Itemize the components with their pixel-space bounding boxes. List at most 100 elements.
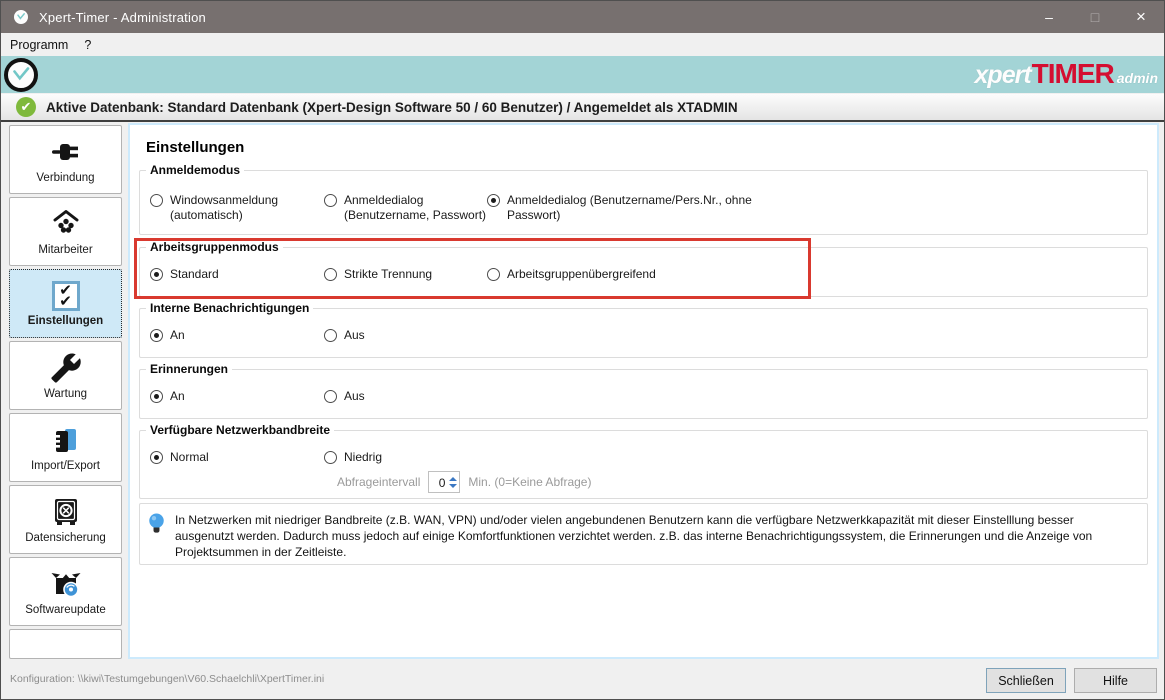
brand-clock-icon — [3, 57, 39, 93]
group-erinnerungen: Erinnerungen An Aus — [139, 369, 1148, 419]
sidebar-item-label: Softwareupdate — [25, 604, 106, 616]
interval-label: Abfrageintervall — [337, 475, 420, 489]
group-label: Interne Benachrichtigungen — [146, 301, 313, 315]
sidebar-item-mitarbeiter[interactable]: Mitarbeiter — [9, 197, 122, 266]
software-update-icon — [50, 568, 82, 600]
group-label: Erinnerungen — [146, 362, 232, 376]
sidebar-item-label: Datensicherung — [25, 532, 106, 544]
config-path-text: Konfiguration: \\kiwi\Testumgebungen\V60… — [10, 673, 324, 685]
radio-circle[interactable] — [324, 329, 337, 342]
radio-niedrig[interactable]: Niedrig — [324, 450, 382, 465]
page-title: Einstellungen — [146, 139, 244, 156]
footer-bar: Konfiguration: \\kiwi\Testumgebungen\V60… — [1, 659, 1164, 700]
import-export-icon — [50, 424, 82, 456]
spinner-up-icon[interactable] — [449, 477, 457, 481]
radio-label: Strikte Trennung — [344, 267, 432, 282]
group-hinweis: In Netzwerken mit niedriger Bandbreite (… — [139, 503, 1148, 565]
brand-header: xpert TIMER admin — [1, 56, 1164, 93]
sidebar-item-label: Einstellungen — [28, 315, 103, 327]
radio-circle[interactable] — [487, 194, 500, 207]
radio-normal[interactable]: Normal — [150, 450, 209, 465]
minimize-button[interactable]: – — [1026, 1, 1072, 33]
sidebar-item-verbindung[interactable]: Verbindung — [9, 125, 122, 194]
radio-standard[interactable]: Standard — [150, 267, 219, 282]
app-clock-icon — [13, 9, 29, 25]
radio-label: Arbeitsgruppenübergreifend — [507, 267, 656, 282]
radio-label: Windowsanmeldung (automatisch) — [170, 193, 320, 223]
sidebar-item-label: Verbindung — [36, 172, 94, 184]
lightbulb-icon — [148, 512, 165, 538]
checklist-icon: ✔✔ — [52, 281, 80, 311]
radio-windowsanmeldung[interactable]: Windowsanmeldung (automatisch) — [150, 193, 320, 223]
group-label: Anmeldemodus — [146, 163, 244, 177]
active-database-text: Aktive Datenbank: Standard Datenbank (Xp… — [46, 100, 738, 115]
hint-text: In Netzwerken mit niedriger Bandbreite (… — [175, 512, 1135, 560]
radio-circle[interactable] — [150, 329, 163, 342]
sidebar-item-label: Wartung — [44, 388, 87, 400]
sidebar-item-wartung[interactable]: Wartung — [9, 341, 122, 410]
radio-benachrichtigungen-an[interactable]: An — [150, 328, 185, 343]
radio-label: Normal — [170, 450, 209, 465]
safe-icon — [50, 496, 82, 528]
radio-circle[interactable] — [324, 194, 337, 207]
radio-label: Niedrig — [344, 450, 382, 465]
radio-circle[interactable] — [150, 268, 163, 281]
radio-circle[interactable] — [324, 390, 337, 403]
group-interne-benachrichtigungen: Interne Benachrichtigungen An Aus — [139, 308, 1148, 358]
radio-circle[interactable] — [150, 451, 163, 464]
sidebar-nav: Verbindung Mitarbeiter ✔✔ Einstellungen — [9, 125, 122, 659]
radio-label: Anmeldedialog (Benutzername, Passwort) — [344, 193, 509, 223]
active-database-banner: ✔ Aktive Datenbank: Standard Datenbank (… — [1, 94, 1164, 122]
app-window: Xpert-Timer - Administration – □ × Progr… — [0, 0, 1165, 700]
radio-erinnerungen-aus[interactable]: Aus — [324, 389, 365, 404]
logo-timer: TIMER — [1032, 58, 1114, 90]
radio-arbeitsgruppenuebergreifend[interactable]: Arbeitsgruppenübergreifend — [487, 267, 656, 282]
menu-programm[interactable]: Programm — [1, 35, 77, 55]
sidebar-item-softwareupdate[interactable]: Softwareupdate — [9, 557, 122, 626]
radio-circle[interactable] — [150, 194, 163, 207]
sidebar-item-datensicherung[interactable]: Datensicherung — [9, 485, 122, 554]
sidebar-item-label: Import/Export — [31, 460, 100, 472]
interval-spinner[interactable] — [428, 471, 460, 493]
group-anmeldemodus: Anmeldemodus Windowsanmeldung (automatis… — [139, 170, 1148, 235]
radio-strikte-trennung[interactable]: Strikte Trennung — [324, 267, 432, 282]
spinner-down-icon[interactable] — [449, 484, 457, 488]
radio-erinnerungen-an[interactable]: An — [150, 389, 185, 404]
check-circle-icon: ✔ — [16, 97, 36, 117]
logo-xpert: xpert — [975, 61, 1031, 90]
plug-icon — [50, 136, 82, 168]
radio-label: Standard — [170, 267, 219, 282]
radio-label: Aus — [344, 389, 365, 404]
radio-circle[interactable] — [324, 268, 337, 281]
sidebar-filler — [9, 629, 122, 659]
menu-help[interactable]: ? — [77, 35, 98, 55]
radio-circle[interactable] — [324, 451, 337, 464]
window-title: Xpert-Timer - Administration — [39, 10, 206, 25]
radio-label: Aus — [344, 328, 365, 343]
settings-panel: Einstellungen Anmeldemodus Windowsanmeld… — [128, 123, 1159, 659]
close-dialog-button[interactable]: Schließen — [986, 668, 1066, 693]
sidebar-item-label: Mitarbeiter — [38, 244, 92, 256]
brand-logo: xpert TIMER admin — [975, 58, 1158, 90]
group-label: Arbeitsgruppenmodus — [146, 240, 283, 254]
radio-circle[interactable] — [150, 390, 163, 403]
radio-label: An — [170, 389, 185, 404]
radio-circle[interactable] — [487, 268, 500, 281]
group-netzwerkbandbreite: Verfügbare Netzwerkbandbreite Normal Nie… — [139, 430, 1148, 499]
radio-benachrichtigungen-aus[interactable]: Aus — [324, 328, 365, 343]
interval-input[interactable] — [429, 472, 447, 492]
radio-anmeldedialog-persnr[interactable]: Anmeldedialog (Benutzername/Pers.Nr., oh… — [487, 193, 787, 223]
interval-row: Abfrageintervall Min. (0=Keine Abfrage) — [337, 471, 591, 493]
wrench-icon — [50, 352, 82, 384]
radio-anmeldedialog-passwort[interactable]: Anmeldedialog (Benutzername, Passwort) — [324, 193, 509, 223]
radio-label: Anmeldedialog (Benutzername/Pers.Nr., oh… — [507, 193, 787, 223]
close-button[interactable]: × — [1118, 1, 1164, 33]
title-bar: Xpert-Timer - Administration – □ × — [1, 1, 1164, 33]
radio-label: An — [170, 328, 185, 343]
sidebar-item-import-export[interactable]: Import/Export — [9, 413, 122, 482]
help-button[interactable]: Hilfe — [1074, 668, 1157, 693]
menu-bar: Programm ? — [1, 33, 1164, 56]
group-label: Verfügbare Netzwerkbandbreite — [146, 423, 334, 437]
sidebar-item-einstellungen[interactable]: ✔✔ Einstellungen — [9, 269, 122, 338]
group-home-icon — [50, 208, 82, 240]
